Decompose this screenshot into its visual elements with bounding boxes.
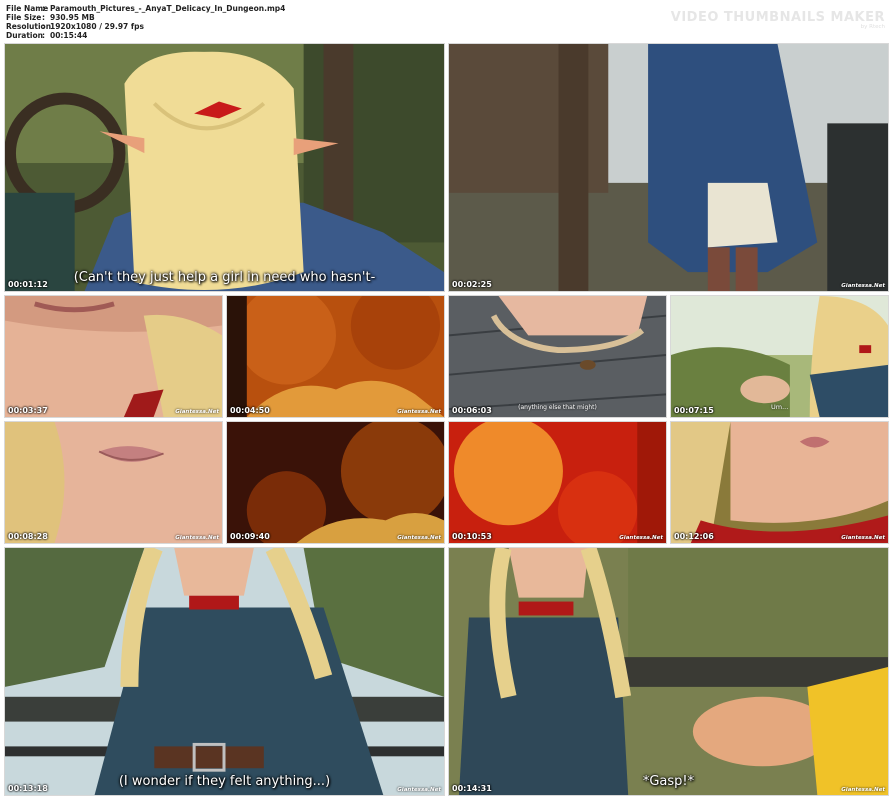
- thumbnail-5-timestamp: 00:06:03: [452, 406, 492, 415]
- thumbnail-2-watermark: Giantessa.Net: [841, 283, 885, 289]
- separator: :: [42, 22, 45, 31]
- thumbnail-12[interactable]: *Gasp!* 00:14:31 Giantessa.Net: [448, 547, 889, 796]
- thumbnail-7[interactable]: 00:08:28 Giantessa.Net: [4, 421, 223, 544]
- brand-logo: VIDEO THUMBNAILS MAKER by Rtech: [671, 10, 885, 30]
- thumbnail-4[interactable]: 00:04:50 Giantessa.Net: [226, 295, 445, 418]
- thumbnail-6[interactable]: Um... 00:07:15: [670, 295, 889, 418]
- file-size-label: File Size: [6, 13, 42, 22]
- brand-title: VIDEO THUMBNAILS MAKER: [670, 10, 885, 25]
- thumbnail-7-watermark: Giantessa.Net: [175, 535, 219, 541]
- thumbnail-9-watermark: Giantessa.Net: [619, 535, 663, 541]
- thumbnail-5[interactable]: (anything else that might) 00:06:03: [448, 295, 667, 418]
- thumbnail-12-subtitle: *Gasp!*: [642, 774, 695, 789]
- separator: :: [42, 13, 45, 22]
- separator: :: [42, 4, 45, 13]
- thumbnail-10[interactable]: 00:12:06 Giantessa.Net: [670, 421, 889, 544]
- thumbnail-1-timestamp: 00:01:12: [8, 280, 48, 289]
- duration-value: 00:15:44: [50, 31, 88, 40]
- thumbnail-6-subtitle: Um...: [771, 403, 789, 411]
- thumbnail-2-image: [449, 44, 888, 291]
- thumbnail-12-timestamp: 00:14:31: [452, 784, 492, 793]
- thumbnail-1-image: [5, 44, 444, 291]
- file-name-label: File Name: [6, 4, 49, 13]
- thumbnail-12-image: [449, 548, 888, 795]
- thumbnail-12-watermark: Giantessa.Net: [841, 787, 885, 793]
- file-info-header: File Name: Paramouth_Pictures_-_AnyaT_Del…: [0, 0, 893, 42]
- thumbnail-10-watermark: Giantessa.Net: [841, 535, 885, 541]
- thumbnail-2[interactable]: 00:02:25 Giantessa.Net: [448, 43, 889, 292]
- thumbnail-11-watermark: Giantessa.Net: [397, 787, 441, 793]
- thumbnail-10-timestamp: 00:12:06: [674, 532, 714, 541]
- thumbnail-2-timestamp: 00:02:25: [452, 280, 492, 289]
- duration-label: Duration: [6, 31, 43, 40]
- thumbnail-6-image: [671, 296, 888, 417]
- thumbnail-9-timestamp: 00:10:53: [452, 532, 492, 541]
- thumbnail-4-image: [227, 296, 444, 417]
- file-name-value: Paramouth_Pictures_-_AnyaT_Delicacy_In_D…: [50, 4, 286, 13]
- thumbnail-6-timestamp: 00:07:15: [674, 406, 714, 415]
- thumbnail-11[interactable]: (I wonder if they felt anything...) 00:1…: [4, 547, 445, 796]
- thumbnail-5-image: [449, 296, 666, 417]
- thumbnail-8-watermark: Giantessa.Net: [397, 535, 441, 541]
- thumbnail-1-subtitle: (Can't they just help a girl in need who…: [73, 270, 376, 285]
- thumbnail-11-image: [5, 548, 444, 795]
- thumbnail-8[interactable]: 00:09:40 Giantessa.Net: [226, 421, 445, 544]
- thumbnail-7-timestamp: 00:08:28: [8, 532, 48, 541]
- thumbnail-1[interactable]: (Can't they just help a girl in need who…: [4, 43, 445, 292]
- thumbnail-7-image: [5, 422, 222, 543]
- resolution-value: 1920x1080 / 29.97 fps: [50, 22, 144, 31]
- file-size-value: 930.95 MB: [50, 13, 95, 22]
- thumbnail-4-watermark: Giantessa.Net: [397, 409, 441, 415]
- thumbnail-9[interactable]: 00:10:53 Giantessa.Net: [448, 421, 667, 544]
- resolution-label: Resolution: [6, 22, 52, 31]
- thumbnail-3-watermark: Giantessa.Net: [175, 409, 219, 415]
- duration-row: Duration: 00:15:44: [6, 31, 87, 41]
- thumbnail-8-timestamp: 00:09:40: [230, 532, 270, 541]
- thumbnail-11-timestamp: 00:13:18: [8, 784, 48, 793]
- thumbnail-3-image: [5, 296, 222, 417]
- thumbnail-4-timestamp: 00:04:50: [230, 406, 270, 415]
- thumbnail-11-subtitle: (I wonder if they felt anything...): [118, 774, 331, 789]
- thumbnail-3[interactable]: 00:03:37 Giantessa.Net: [4, 295, 223, 418]
- thumbnail-8-image: [227, 422, 444, 543]
- thumbnail-9-image: [449, 422, 666, 543]
- thumbnail-10-image: [671, 422, 888, 543]
- thumbnail-3-timestamp: 00:03:37: [8, 406, 48, 415]
- separator: :: [42, 31, 45, 40]
